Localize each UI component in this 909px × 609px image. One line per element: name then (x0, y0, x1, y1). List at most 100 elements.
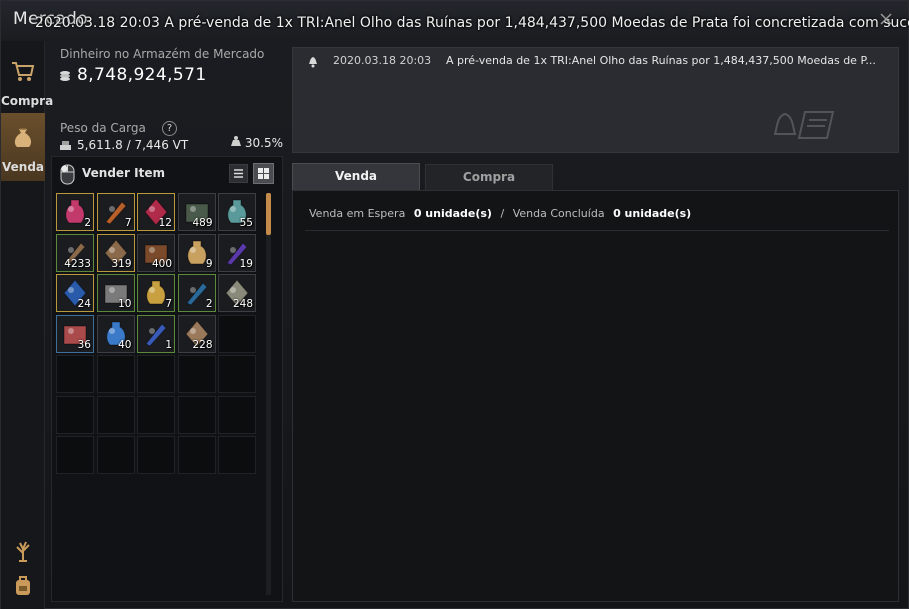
divider (305, 230, 889, 231)
inventory-item-slot[interactable]: 40 (96, 314, 135, 353)
empty-inventory-slot[interactable] (177, 436, 216, 474)
empty-inventory-slot[interactable] (177, 395, 216, 434)
weight-label: Peso da Carga (60, 121, 146, 135)
empty-inventory-slot[interactable] (218, 314, 256, 353)
help-icon[interactable]: ? (162, 121, 177, 136)
inventory-item-slot[interactable]: 319 (96, 233, 135, 272)
empty-inventory-slot[interactable] (56, 436, 94, 474)
empty-inventory-slot[interactable] (137, 436, 175, 474)
tab-venda[interactable]: Venda (292, 163, 420, 190)
list-view-button[interactable] (229, 164, 248, 183)
market-window: Mercado 2020.03.18 20:03 A pré-venda de … (0, 0, 909, 609)
item-quantity: 400 (151, 257, 172, 270)
grid-view-button[interactable] (253, 163, 274, 184)
inventory-item-slot[interactable]: 7 (96, 193, 135, 231)
item-quantity: 55 (239, 217, 253, 229)
inventory-item-slot[interactable]: 4233 (56, 233, 94, 272)
inventory-item-slot[interactable]: 12 (137, 193, 175, 231)
inventory-item-slot[interactable]: 10 (96, 274, 135, 312)
completed-sales-label: Venda Concluída (512, 207, 605, 220)
completed-sales-value: 0 unidade(s) (613, 207, 692, 220)
item-quantity: 2 (84, 217, 91, 229)
empty-inventory-slot[interactable] (177, 355, 216, 393)
money-bag-icon (14, 128, 32, 147)
inventory-item-slot[interactable]: 2 (56, 193, 94, 231)
money-panel: Dinheiro no Armazém de Mercado 8,748,924… (53, 41, 283, 156)
sell-item-label: Vender Item (82, 166, 165, 180)
inventory-item-slot[interactable]: 24 (56, 274, 94, 312)
notification-time: 2020.03.18 20:03 (333, 54, 432, 67)
empty-inventory-slot[interactable] (218, 355, 256, 393)
empty-inventory-slot[interactable] (137, 395, 175, 434)
tab-compra[interactable]: Compra (425, 164, 553, 190)
item-quantity: 9 (205, 257, 213, 270)
item-quantity: 19 (239, 257, 253, 270)
item-quantity: 1 (165, 338, 172, 351)
empty-inventory-slot[interactable] (137, 355, 175, 393)
sidetab-compra[interactable]: Compra (1, 47, 54, 115)
coins-icon (60, 71, 70, 81)
inventory-item-slot[interactable]: 55 (218, 193, 256, 231)
scrollbar-thumb[interactable] (266, 193, 271, 235)
item-quantity: 24 (77, 298, 91, 310)
sidetab-venda[interactable]: Venda (1, 113, 45, 181)
item-quantity: 228 (192, 338, 213, 351)
sales-content-panel: Venda em Espera 0 unidade(s) / Venda Con… (292, 190, 899, 602)
item-quantity: 7 (124, 217, 132, 229)
cart-icon (12, 62, 35, 81)
side-tab-bar: Compra Venda (1, 41, 54, 609)
close-icon[interactable] (878, 11, 894, 27)
sales-status-row: Venda em Espera 0 unidade(s) / Venda Con… (309, 207, 696, 220)
item-quantity: 40 (118, 338, 132, 351)
sale-notice-banner: 2020.03.18 20:03 A pré-venda de 1x TRI:A… (35, 15, 909, 31)
inventory-item-slot[interactable]: 400 (137, 233, 175, 272)
money-label: Dinheiro no Armazém de Mercado (60, 47, 265, 61)
bell-scroll-icon (773, 111, 835, 139)
inventory-item-slot[interactable]: 1 (137, 314, 175, 353)
empty-inventory-slot[interactable] (96, 436, 135, 474)
weight-capacity-icon (231, 136, 241, 146)
item-quantity: 7 (165, 298, 172, 310)
money-value: 8,748,924,571 (77, 65, 207, 85)
list-icon (234, 169, 243, 178)
inventory-item-slot[interactable]: 248 (218, 274, 256, 312)
tree-icon[interactable] (11, 539, 35, 563)
inventory-item-slot[interactable]: 489 (177, 193, 216, 231)
weight-percent: 30.5% (244, 136, 283, 150)
grid-icon (258, 168, 269, 179)
title-bar: Mercado 2020.03.18 20:03 A pré-venda de … (1, 1, 909, 41)
inventory-panel: Vender Item 2 7 12 489 55 4233 319 400 9 19 24 10 7 2… (51, 156, 283, 602)
inventory-item-slot[interactable]: 19 (218, 233, 256, 272)
notification-text: A pré-venda de 1x TRI:Anel Olho das Ruín… (446, 54, 876, 67)
weight-icon (60, 141, 71, 150)
item-quantity: 319 (111, 257, 132, 270)
empty-inventory-slot[interactable] (218, 395, 256, 434)
item-quantity: 12 (158, 217, 172, 229)
empty-inventory-slot[interactable] (96, 395, 135, 434)
sidetab-compra-label: Compra (1, 94, 54, 108)
notification-panel: 2020.03.18 20:03 A pré-venda de 1x TRI:A… (292, 47, 899, 153)
backpack-icon[interactable] (11, 573, 35, 597)
waiting-sales-value: 0 unidade(s) (413, 207, 492, 220)
item-quantity: 36 (77, 338, 91, 351)
item-quantity: 489 (192, 217, 213, 229)
empty-inventory-slot[interactable] (56, 395, 94, 434)
sidetab-venda-label: Venda (2, 160, 44, 174)
inventory-item-slot[interactable]: 9 (177, 233, 216, 272)
inventory-item-slot[interactable]: 36 (56, 314, 94, 353)
empty-inventory-slot[interactable] (218, 436, 256, 474)
item-quantity: 248 (232, 298, 253, 310)
inventory-item-slot[interactable]: 2 (177, 274, 216, 312)
inventory-item-slot[interactable]: 228 (177, 314, 216, 353)
item-quantity: 2 (205, 298, 213, 310)
inventory-scrollbar[interactable] (266, 193, 271, 595)
status-separator: / (500, 207, 505, 220)
weight-value: 5,611.8 / 7,446 VT (77, 138, 189, 152)
inventory-item-slot[interactable]: 7 (137, 274, 175, 312)
empty-inventory-slot[interactable] (96, 355, 135, 393)
empty-inventory-slot[interactable] (56, 355, 94, 393)
waiting-sales-label: Venda em Espera (309, 207, 406, 220)
mouse-icon (60, 164, 75, 185)
item-quantity: 10 (118, 298, 132, 310)
item-quantity: 4233 (64, 257, 91, 270)
